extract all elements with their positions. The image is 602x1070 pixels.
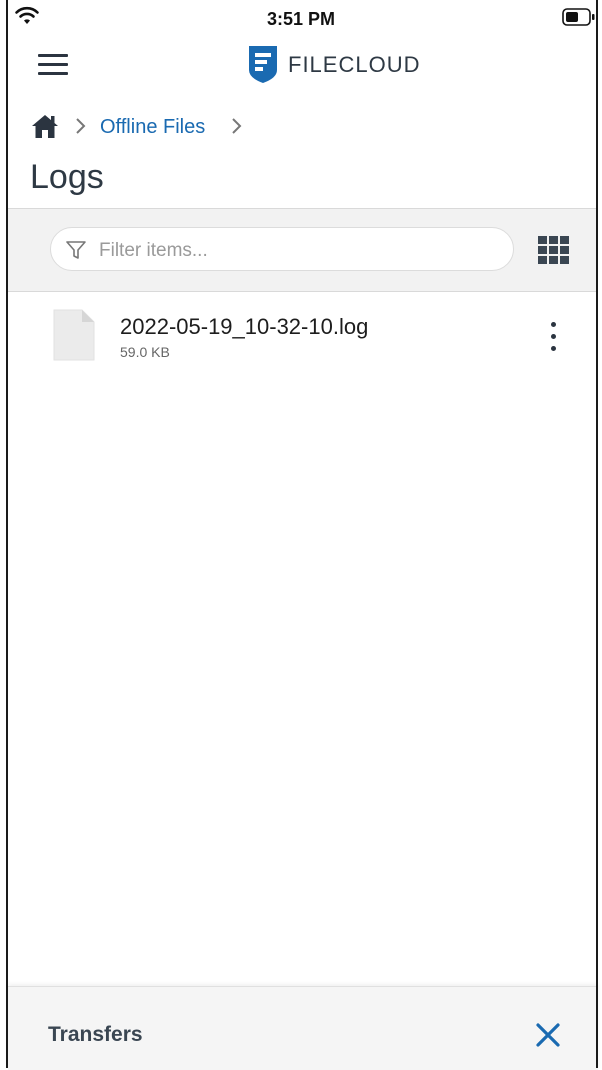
filter-icon — [65, 239, 87, 266]
chevron-right-icon — [230, 114, 244, 143]
brand-name-bold: CLOUD — [338, 52, 421, 77]
file-name: 2022-05-19_10-32-10.log — [120, 314, 369, 339]
file-size: 59.0 KB — [120, 344, 170, 360]
brand-name-light: FILE — [288, 52, 339, 77]
breadcrumb-item-offline-files[interactable]: Offline Files — [100, 116, 205, 139]
transfers-bar[interactable]: Transfers — [8, 986, 598, 1070]
file-list-item[interactable]: 2022-05-19_10-32-10.log 59.0 KB — [8, 292, 598, 378]
transfers-label: Transfers — [48, 1023, 143, 1046]
filter-input[interactable]: Filter items... — [50, 227, 514, 271]
page-title: Logs — [30, 158, 104, 196]
grid-view-icon[interactable] — [538, 236, 570, 269]
filecloud-logo-icon — [246, 44, 280, 89]
battery-icon — [562, 8, 596, 31]
more-vertical-icon[interactable] — [544, 320, 564, 356]
app-screen: 3:51 PM FILECLOUD Offline Files Logs Fil… — [0, 0, 602, 1070]
status-time: 3:51 PM — [266, 9, 336, 29]
chevron-right-icon — [74, 114, 88, 143]
close-icon[interactable] — [534, 1021, 562, 1049]
brand-name: FILECLOUD — [288, 52, 420, 78]
filter-bar: Filter items... — [8, 209, 598, 291]
status-bar: 3:51 PM — [0, 0, 602, 36]
filter-placeholder: Filter items... — [99, 240, 208, 261]
file-icon — [52, 308, 96, 367]
hamburger-menu-icon[interactable] — [38, 54, 68, 76]
home-icon[interactable] — [30, 112, 60, 145]
